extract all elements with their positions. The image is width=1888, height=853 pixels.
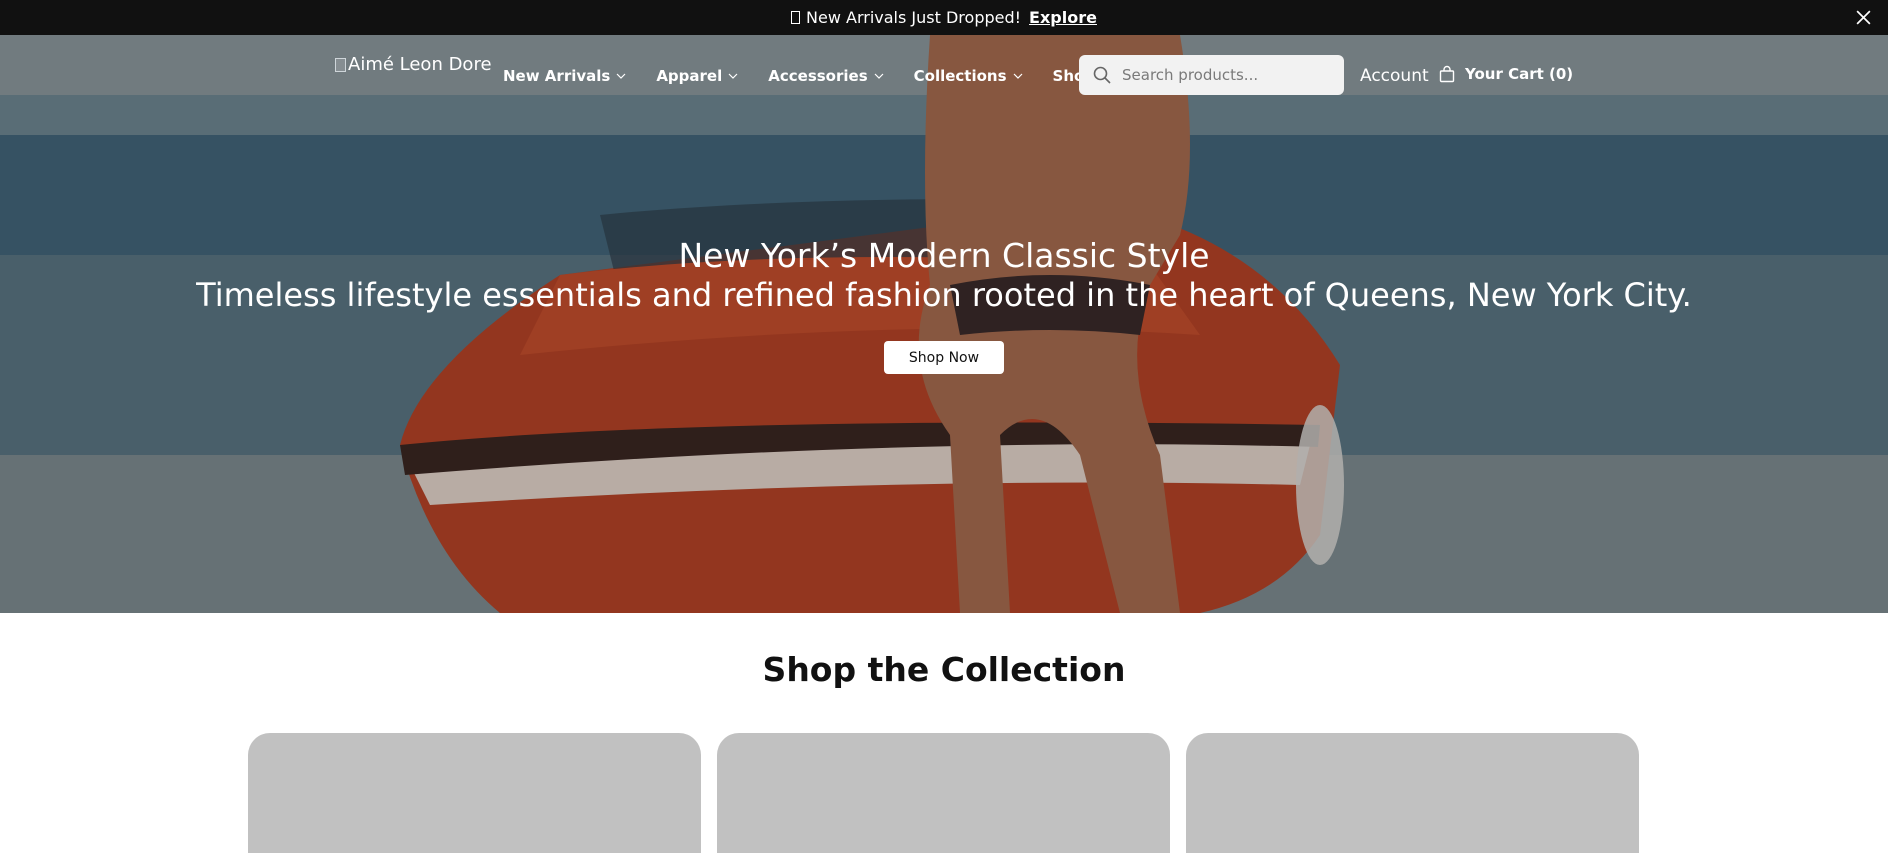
cart-label: Your Cart (0) — [1465, 65, 1574, 83]
chevron-down-icon — [874, 73, 884, 79]
collection-card[interactable] — [717, 733, 1170, 853]
announcement-bar: New Arrivals Just Dropped! Explore — [0, 0, 1888, 35]
hero-banner — [0, 35, 1888, 613]
nav-label: Accessories — [768, 67, 868, 85]
main-nav: New Arrivals Apparel Accessories Collect… — [503, 67, 1168, 85]
nav-item-new-arrivals[interactable]: New Arrivals — [503, 67, 626, 85]
announcement-explore-link[interactable]: Explore — [1029, 8, 1097, 27]
nav-label: Collections — [913, 67, 1007, 85]
cart-link[interactable]: Your Cart (0) — [1438, 65, 1573, 83]
close-icon[interactable] — [1855, 9, 1872, 26]
announcement-text: New Arrivals Just Dropped! — [806, 8, 1022, 27]
shopping-bag-icon — [1439, 65, 1455, 83]
nav-item-collections[interactable]: Collections — [914, 67, 1023, 85]
search-icon — [1093, 66, 1111, 84]
site-logo[interactable]: Aimé Leon Dore — [335, 54, 492, 75]
collection-card[interactable] — [1186, 733, 1639, 853]
chevron-down-icon — [1013, 73, 1022, 79]
shop-now-button[interactable]: Shop Now — [884, 341, 1004, 374]
section-title: Shop the Collection — [762, 650, 1126, 689]
collection-cards — [248, 733, 1639, 853]
chevron-down-icon — [616, 73, 626, 79]
hero-subtitle: Timeless lifestyle essentials and refine… — [196, 276, 1692, 314]
nav-label: New Arrivals — [503, 67, 611, 85]
site-header: Aimé Leon Dore New Arrivals Apparel Acce… — [0, 35, 1888, 115]
account-link[interactable]: Account — [1360, 66, 1429, 86]
missing-glyph-icon — [791, 11, 801, 24]
hero-overlay — [0, 35, 1888, 613]
collection-card[interactable] — [248, 733, 701, 853]
broken-image-icon — [335, 57, 346, 72]
chevron-down-icon — [728, 73, 738, 79]
logo-alt-text: Aimé Leon Dore — [348, 54, 492, 75]
search-input[interactable] — [1122, 66, 1332, 84]
nav-item-accessories[interactable]: Accessories — [768, 67, 884, 85]
hero-title: New York’s Modern Classic Style — [678, 236, 1210, 275]
nav-item-apparel[interactable]: Apparel — [656, 67, 738, 85]
nav-label: Apparel — [656, 67, 723, 85]
search-box — [1079, 55, 1344, 95]
